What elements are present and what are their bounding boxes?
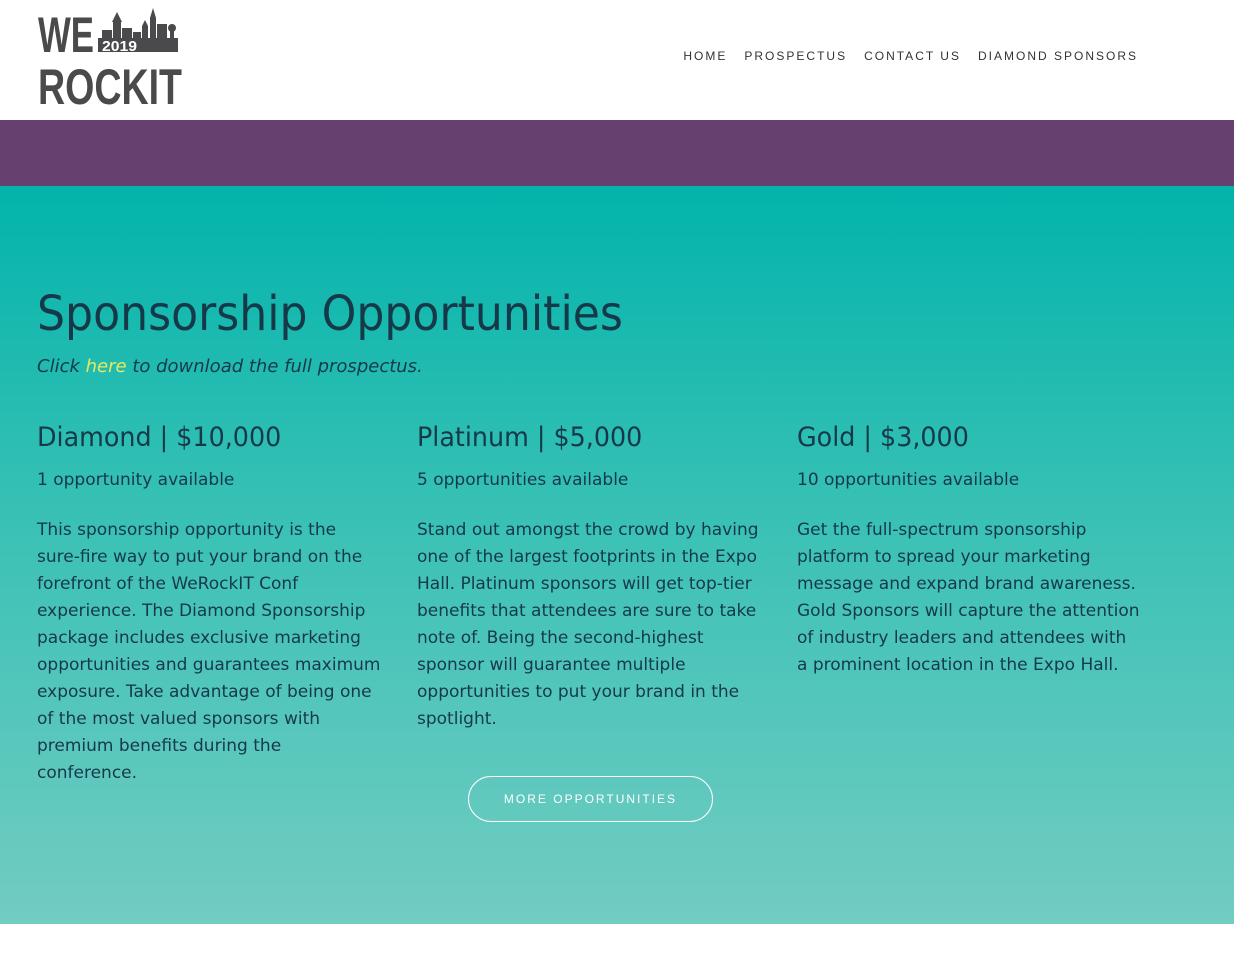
footer-strip (0, 924, 1234, 971)
more-opportunities-button[interactable]: MORE OPPORTUNITIES (468, 776, 713, 822)
main-nav: HOME PROSPECTUS CONTACT US DIAMOND SPONS… (683, 49, 1138, 63)
tier-availability: 5 opportunities available (417, 470, 629, 490)
tier-description: Get the full-spectrum sponsorship platfo… (797, 520, 1140, 675)
tier-heading: Gold | $3,000 (797, 422, 969, 453)
logo-year: 2019 (102, 38, 137, 55)
download-suffix: to download the full prospectus. (126, 356, 423, 377)
download-prospectus-text: Click here to download the full prospect… (37, 356, 423, 377)
page-title: Sponsorship Opportunities (37, 286, 623, 342)
tier-diamond: Diamond | $10,000 1 opportunity availabl… (37, 422, 382, 787)
nav-home[interactable]: HOME (683, 49, 727, 63)
tier-heading: Platinum | $5,000 (417, 422, 643, 453)
tier-gold: Gold | $3,000 10 opportunities available… (797, 422, 1142, 679)
logo-rockit: ROCKIT (38, 59, 182, 106)
tier-availability: 1 opportunity available (37, 470, 235, 490)
logo-we: WE (38, 8, 94, 63)
nav-prospectus[interactable]: PROSPECTUS (744, 49, 847, 63)
download-prefix: Click (37, 356, 86, 377)
tier-availability: 10 opportunities available (797, 470, 1020, 490)
tier-heading: Diamond | $10,000 (37, 422, 282, 453)
werockit-logo[interactable]: WE 2019 ROCKIT (38, 7, 184, 115)
prospectus-download-link[interactable]: here (86, 356, 127, 377)
tier-description: Stand out amongst the crowd by having on… (417, 520, 759, 729)
nav-diamond-sponsors[interactable]: DIAMOND SPONSORS (978, 49, 1138, 63)
nav-contact-us[interactable]: CONTACT US (864, 49, 961, 63)
purple-banner (0, 120, 1234, 186)
tier-platinum: Platinum | $5,000 5 opportunities availa… (417, 422, 762, 733)
tier-description: This sponsorship opportunity is the sure… (37, 520, 381, 783)
sponsorship-section: Sponsorship Opportunities Click here to … (0, 186, 1234, 924)
site-header: WE 2019 ROCKIT HOME PROSPECTUS CONTACT U… (0, 0, 1234, 120)
logo-graphic: WE 2019 ROCKIT (38, 7, 182, 115)
